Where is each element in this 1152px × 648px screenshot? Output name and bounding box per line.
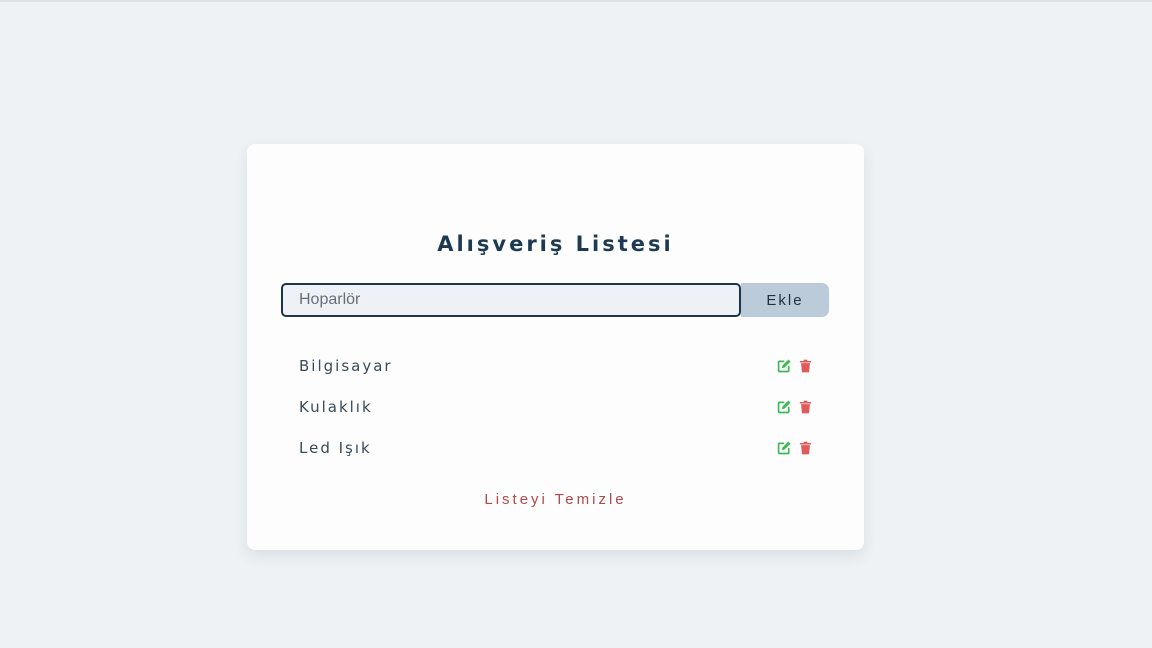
edit-icon[interactable] — [777, 440, 792, 455]
list-item: Bilgisayar — [299, 355, 813, 396]
shopping-list: Bilgisayar Kulaklık Led Işık — [299, 355, 813, 478]
item-input[interactable] — [281, 283, 741, 317]
edit-icon[interactable] — [777, 399, 792, 414]
clear-list-button[interactable]: Listeyi Temizle — [247, 491, 864, 508]
list-item: Kulaklık — [299, 396, 813, 437]
item-actions — [777, 399, 813, 414]
item-name: Kulaklık — [299, 398, 373, 416]
page-title: Alışveriş Listesi — [437, 232, 674, 256]
item-actions — [777, 358, 813, 373]
item-name: Led Işık — [299, 439, 372, 457]
trash-icon[interactable] — [798, 399, 813, 414]
top-border — [0, 0, 1152, 2]
add-item-form: Ekle — [281, 283, 829, 317]
trash-icon[interactable] — [798, 440, 813, 455]
edit-icon[interactable] — [777, 358, 792, 373]
add-button[interactable]: Ekle — [741, 283, 829, 317]
item-name: Bilgisayar — [299, 357, 393, 375]
trash-icon[interactable] — [798, 358, 813, 373]
item-actions — [777, 440, 813, 455]
list-item: Led Işık — [299, 437, 813, 478]
shopping-list-card: Alışveriş Listesi Ekle Bilgisayar Kulakl… — [247, 144, 864, 550]
